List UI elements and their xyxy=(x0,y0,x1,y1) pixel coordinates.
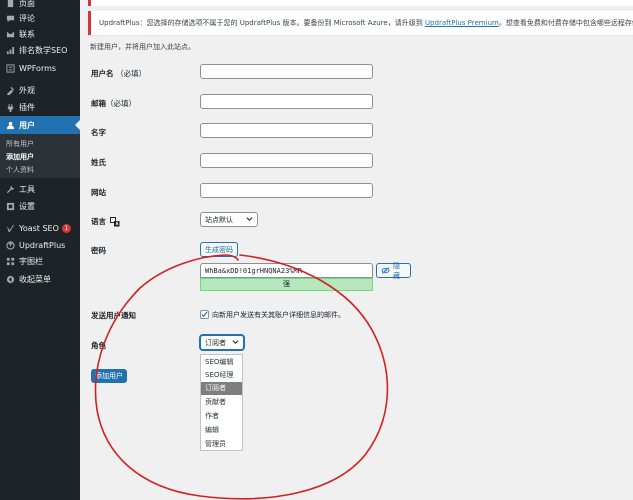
language-label: 语言 xyxy=(91,216,120,227)
role-option-contributor[interactable]: 贡献者 xyxy=(201,396,242,409)
comment-icon xyxy=(5,13,15,23)
sidebar-item-widgets[interactable]: 字图栏 xyxy=(0,252,80,270)
submenu-profile[interactable]: 个人资料 xyxy=(6,165,34,175)
appearance-icon xyxy=(5,85,15,95)
admin-sidebar: 页面 评论 联系 排名数学SEO WPForms 外观 插件 用户 所有用户 添… xyxy=(0,0,80,500)
email-input[interactable] xyxy=(200,94,373,109)
role-dropdown-list: SEO编辑 SEO经理 订阅者 贡献者 作者 编辑 管理员 xyxy=(200,354,243,451)
sidebar-item-rankmath[interactable]: 排名数学SEO xyxy=(0,41,80,59)
active-arrow xyxy=(75,120,80,130)
role-label: 角色 xyxy=(91,341,106,350)
updraftplus-premium-link[interactable]: UpdraftPlus Premium xyxy=(425,19,499,27)
hide-password-button[interactable]: 隐藏 xyxy=(376,262,411,280)
notify-description: 向新用户发送有关其账户详细信息的邮件。 xyxy=(212,311,345,319)
password-label: 密码 xyxy=(91,246,106,255)
updraftplus-notice: UpdraftPlus：您选择的存储选项不属于您的 UpdraftPlus 版本… xyxy=(88,11,633,35)
yoast-icon xyxy=(5,223,15,233)
yoast-notification-badge: 1 xyxy=(61,223,71,233)
website-label: 网站 xyxy=(91,188,106,197)
sidebar-item-collapse[interactable]: 收起菜单 xyxy=(0,270,80,288)
role-option-seo-manager[interactable]: SEO经理 xyxy=(201,369,242,382)
username-input[interactable] xyxy=(200,64,373,79)
lastname-input[interactable] xyxy=(200,153,373,168)
notify-label: 发送用户通知 xyxy=(91,311,136,320)
sidebar-item-settings[interactable]: 设置 xyxy=(0,197,80,215)
notice-top-edge xyxy=(88,0,633,6)
sidebar-item-wpforms[interactable]: WPForms xyxy=(0,59,80,77)
website-input[interactable] xyxy=(200,183,373,198)
sidebar-item-users[interactable]: 用户 xyxy=(0,116,80,134)
language-select[interactable]: 站点默认 xyxy=(200,212,258,227)
forms-icon xyxy=(5,63,15,73)
rankmath-icon xyxy=(5,45,15,55)
plugin-icon xyxy=(5,102,15,112)
user-icon xyxy=(5,120,15,130)
tools-icon xyxy=(5,184,15,194)
chevron-down-icon xyxy=(232,338,239,347)
username-label: 用户名 （必填） xyxy=(91,69,147,78)
notify-checkbox[interactable] xyxy=(200,310,209,319)
email-label: 邮箱（必填） xyxy=(91,99,136,108)
sidebar-item-appearance[interactable]: 外观 xyxy=(0,81,80,99)
firstname-input[interactable] xyxy=(200,123,373,138)
settings-icon xyxy=(5,201,15,211)
users-submenu: 所有用户 添加用户 个人资料 xyxy=(0,134,80,178)
submenu-add-user[interactable]: 添加用户 xyxy=(6,152,34,162)
role-select[interactable]: 订阅者 xyxy=(200,335,244,350)
role-option-administrator[interactable]: 管理员 xyxy=(201,438,242,451)
page-icon xyxy=(5,0,15,8)
submenu-all-users[interactable]: 所有用户 xyxy=(6,139,34,149)
role-option-seo-editor[interactable]: SEO编辑 xyxy=(201,356,242,369)
eye-slash-icon xyxy=(381,267,390,274)
mail-icon xyxy=(5,29,15,39)
sidebar-item-tools[interactable]: 工具 xyxy=(0,180,80,198)
lastname-label: 姓氏 xyxy=(91,158,106,167)
password-strength-meter: 强 xyxy=(200,278,373,291)
translation-icon xyxy=(110,217,120,227)
add-user-button[interactable]: 添加用户 xyxy=(91,369,127,383)
role-option-author[interactable]: 作者 xyxy=(201,410,242,423)
sidebar-item-plugins[interactable]: 插件 xyxy=(0,98,80,116)
widget-icon xyxy=(5,256,15,266)
page-intro: 新建用户，并将用户加入此站点。 xyxy=(90,43,195,51)
password-input[interactable] xyxy=(200,263,373,278)
chevron-down-icon xyxy=(246,215,253,224)
role-option-editor[interactable]: 编辑 xyxy=(201,424,242,437)
generate-password-button[interactable]: 生成密码 xyxy=(200,242,238,257)
collapse-icon xyxy=(5,274,15,284)
role-option-subscriber[interactable]: 订阅者 xyxy=(201,382,242,395)
sidebar-item-yoast[interactable]: Yoast SEO 1 xyxy=(0,219,80,237)
check-icon xyxy=(201,311,208,318)
updraft-icon xyxy=(5,240,15,250)
firstname-label: 名字 xyxy=(91,128,106,137)
